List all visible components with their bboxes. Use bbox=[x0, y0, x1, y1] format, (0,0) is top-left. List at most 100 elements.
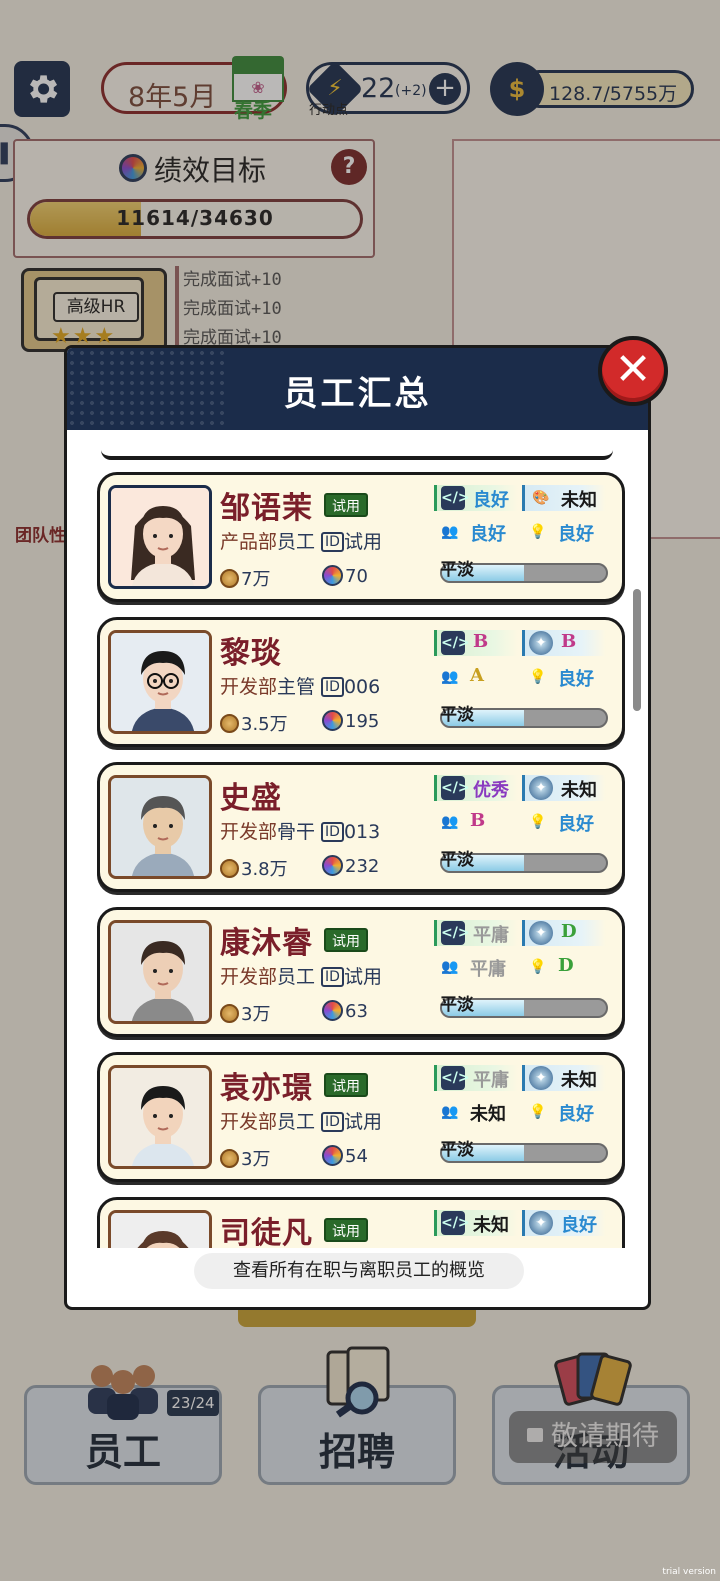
employee-card[interactable]: 黎琰 </> B ✦ B 👥 A 💡 良好 开发部主管 ID 006 3.5万 19… bbox=[97, 617, 625, 747]
list-card-edge bbox=[101, 450, 613, 460]
close-icon: ✕ bbox=[614, 344, 652, 395]
employee-avatar bbox=[108, 1065, 212, 1169]
code-icon: </> bbox=[441, 776, 470, 800]
probation-tag: 试用 bbox=[324, 1218, 368, 1242]
employee-name: 邹语茉 bbox=[220, 491, 313, 526]
modal-title: 员工汇总 bbox=[283, 374, 432, 414]
employee-card[interactable]: 袁亦璟 试用 </> 平庸 ✦ 未知 👥 未知 💡 良好 开发部员工 ID 试用 3… bbox=[97, 1052, 625, 1182]
employee-department: 开发部骨干 ID 013 bbox=[220, 821, 381, 843]
employee-avatar bbox=[108, 485, 212, 589]
attr-creativity: 💡 良好 bbox=[522, 519, 606, 545]
employee-card[interactable]: 康沐睿 试用 </> 平庸 ✦ D 👥 平庸 💡 D 开发部员工 ID 试用 3万 … bbox=[97, 907, 625, 1037]
code-icon: </> bbox=[441, 1066, 470, 1090]
employee-card[interactable]: 史盛 </> 优秀 ✦ 未知 👥 B 💡 良好 开发部骨干 ID 013 3.8万 … bbox=[97, 762, 625, 892]
brain-icon: ✦ bbox=[529, 776, 553, 800]
mood-label: 平淡 bbox=[440, 560, 474, 580]
list-scrollbar[interactable] bbox=[633, 589, 641, 711]
performance-icon bbox=[322, 565, 343, 586]
employee-role: 主管 bbox=[277, 676, 316, 698]
attr-coding: </> 平庸 bbox=[434, 1065, 518, 1091]
employee-avatar bbox=[108, 1210, 212, 1248]
brain-icon: ✦ bbox=[529, 631, 553, 655]
employee-id: 试用 bbox=[343, 531, 382, 553]
mood-label: 平淡 bbox=[440, 1140, 474, 1160]
attr-creativity: 💡 良好 bbox=[522, 664, 606, 690]
employee-performance: 70 bbox=[322, 565, 368, 587]
code-icon: </> bbox=[441, 631, 470, 655]
close-button[interactable]: ✕ bbox=[598, 336, 668, 406]
performance-icon bbox=[322, 710, 343, 731]
attr-design: 🎨 未知 bbox=[522, 485, 606, 511]
attr-creativity: 💡 良好 bbox=[522, 1099, 606, 1125]
overview-note[interactable]: 查看所有在职与离职员工的概览 bbox=[194, 1253, 524, 1289]
employee-list[interactable]: 邹语茉 试用 </> 良好 🎨 未知 👥 良好 💡 良好 产品部员工 ID 试用 7… bbox=[67, 430, 648, 1248]
attr-value: 良好 bbox=[470, 524, 506, 545]
attr-design: ✦ B bbox=[522, 630, 606, 656]
attr-value: B bbox=[473, 631, 489, 652]
employee-role: 骨干 bbox=[277, 821, 316, 843]
attr-value: A bbox=[470, 665, 484, 686]
lightbulb-icon: 💡 bbox=[529, 814, 547, 830]
employee-performance: 63 bbox=[322, 1000, 368, 1022]
employee-salary: 3.5万 bbox=[220, 710, 288, 736]
attr-value: 未知 bbox=[561, 490, 597, 511]
employee-salary: 3万 bbox=[220, 1145, 270, 1171]
attr-teamwork: 👥 B bbox=[434, 809, 518, 835]
modal-header: 员工汇总 bbox=[67, 348, 648, 430]
trial-watermark: trial version bbox=[662, 1567, 716, 1577]
attr-value: 良好 bbox=[558, 814, 594, 835]
probation-tag: 试用 bbox=[324, 1073, 368, 1097]
employee-performance: 232 bbox=[322, 855, 379, 877]
employee-name: 袁亦璟 bbox=[220, 1071, 313, 1106]
mood-label: 平淡 bbox=[440, 705, 474, 725]
employee-salary: 3.8万 bbox=[220, 855, 288, 881]
probation-tag: 试用 bbox=[324, 928, 368, 952]
attr-design: ✦ D bbox=[522, 920, 606, 946]
attr-value: 良好 bbox=[473, 490, 509, 511]
coin-icon bbox=[220, 714, 239, 733]
brain-icon: ✦ bbox=[529, 921, 553, 945]
id-icon: ID bbox=[321, 677, 344, 697]
attr-creativity: 💡 良好 bbox=[522, 809, 606, 835]
code-icon: </> bbox=[441, 1211, 470, 1235]
id-icon: ID bbox=[321, 967, 344, 987]
attr-design: ✦ 良好 bbox=[522, 1210, 606, 1236]
employee-name: 黎琰 bbox=[220, 636, 282, 671]
employee-card[interactable]: 司徒凡 试用 </> 未知 ✦ 良好 bbox=[97, 1197, 625, 1248]
people-icon: 👥 bbox=[441, 524, 459, 540]
attr-value: 良好 bbox=[558, 669, 594, 690]
people-icon: 👥 bbox=[441, 669, 459, 685]
coin-icon bbox=[220, 859, 239, 878]
attr-value: 平庸 bbox=[470, 959, 506, 980]
coin-icon bbox=[220, 569, 239, 588]
attr-value: B bbox=[470, 810, 486, 831]
coin-icon bbox=[220, 1004, 239, 1023]
employee-name: 司徒凡 bbox=[220, 1216, 313, 1248]
attr-teamwork: 👥 良好 bbox=[434, 519, 518, 545]
lightbulb-icon: 💡 bbox=[529, 1104, 547, 1120]
attr-value: 平庸 bbox=[473, 1070, 509, 1091]
employee-avatar bbox=[108, 775, 212, 879]
attr-teamwork: 👥 未知 bbox=[434, 1099, 518, 1125]
attr-coding: </> 良好 bbox=[434, 485, 518, 511]
performance-icon bbox=[322, 1000, 343, 1021]
id-icon: ID bbox=[321, 822, 344, 842]
attr-value: 优秀 bbox=[473, 780, 509, 801]
employee-performance: 195 bbox=[322, 710, 379, 732]
employee-avatar bbox=[108, 630, 212, 734]
employee-card[interactable]: 邹语茉 试用 </> 良好 🎨 未知 👥 良好 💡 良好 产品部员工 ID 试用 7… bbox=[97, 472, 625, 602]
mood-label: 平淡 bbox=[440, 995, 474, 1015]
attr-value: D bbox=[558, 955, 574, 976]
people-icon: 👥 bbox=[441, 1104, 459, 1120]
people-icon: 👥 bbox=[441, 814, 459, 830]
attr-value: 良好 bbox=[558, 1104, 594, 1125]
employee-id: 006 bbox=[343, 676, 381, 698]
employee-id: 试用 bbox=[343, 1111, 382, 1133]
lightbulb-icon: 💡 bbox=[529, 959, 547, 975]
attr-design: ✦ 未知 bbox=[522, 1065, 606, 1091]
performance-icon bbox=[322, 1145, 343, 1166]
brain-icon: ✦ bbox=[529, 1211, 553, 1235]
employee-role: 员工 bbox=[277, 966, 316, 988]
employee-id: 试用 bbox=[343, 966, 382, 988]
attr-value: 未知 bbox=[470, 1104, 506, 1125]
